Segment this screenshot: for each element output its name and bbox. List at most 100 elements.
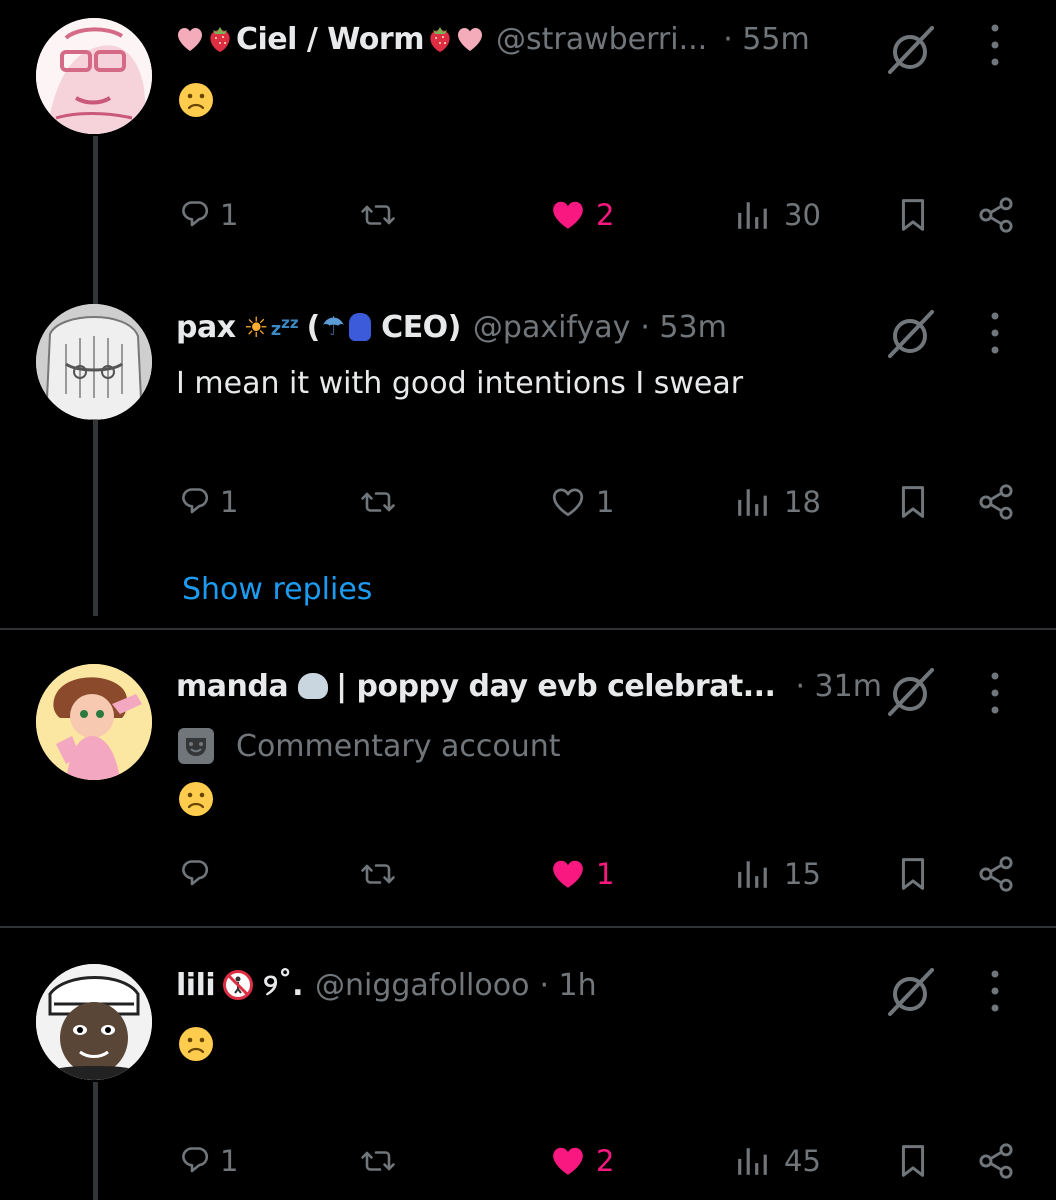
avatar[interactable] xyxy=(36,18,152,134)
display-name-end[interactable]: CEO) xyxy=(381,310,461,345)
repost-icon xyxy=(361,864,395,884)
avatar[interactable] xyxy=(36,304,152,420)
heart-icon xyxy=(552,488,584,517)
handle[interactable]: @strawberri... xyxy=(496,22,707,57)
repost-icon xyxy=(361,492,395,512)
handle[interactable]: @paxifyay xyxy=(473,310,630,345)
views-button[interactable]: 15 xyxy=(736,849,821,899)
reply-icon xyxy=(182,1147,209,1173)
reply-count: 1 xyxy=(220,198,239,232)
thread-dots xyxy=(93,575,98,585)
heart-filled-icon xyxy=(553,201,583,229)
like-button[interactable]: 1 xyxy=(548,849,614,899)
views-icon xyxy=(738,861,767,888)
avatar[interactable] xyxy=(36,664,152,780)
grok-icon[interactable] xyxy=(884,664,940,720)
reply-count: 1 xyxy=(220,485,239,519)
more-options-icon[interactable] xyxy=(980,966,1010,1016)
like-button[interactable]: 2 xyxy=(548,190,614,240)
hamsa-icon xyxy=(349,313,372,341)
post-header: lili ୨˚. @niggafollooo · 1h xyxy=(176,964,597,1006)
reply-button[interactable]: 1 xyxy=(178,477,238,527)
more-options-icon[interactable] xyxy=(980,308,1010,358)
name-paren: ( xyxy=(306,309,321,345)
repost-icon xyxy=(361,1151,395,1171)
avatar[interactable] xyxy=(36,964,152,1080)
divider xyxy=(0,628,1056,630)
views-count: 18 xyxy=(784,485,821,519)
like-button[interactable]: 1 xyxy=(548,477,614,527)
timestamp[interactable]: · 55m xyxy=(723,22,809,57)
share-button[interactable] xyxy=(976,849,1016,899)
repost-icon xyxy=(361,205,395,225)
bookmark-button[interactable] xyxy=(896,849,930,899)
post-header: Ciel / Worm @strawberri... · 55m xyxy=(176,18,810,60)
views-count: 30 xyxy=(784,198,821,232)
bookmark-icon xyxy=(901,858,925,890)
display-name[interactable]: pax xyxy=(176,310,236,345)
sun-icon: ☀ xyxy=(243,310,269,344)
views-icon xyxy=(738,489,767,516)
display-name[interactable]: lili xyxy=(176,968,216,1003)
heart-filled-icon xyxy=(553,860,583,888)
commentary-badge: Commentary account xyxy=(178,728,561,764)
reply-count: 1 xyxy=(220,1144,239,1178)
reply-button[interactable] xyxy=(178,849,212,899)
bookmark-icon xyxy=(901,1145,925,1177)
heart-filled-icon xyxy=(553,1147,583,1175)
post-header: manda | poppy day evb celebrat... · 31m xyxy=(176,665,882,707)
like-count: 1 xyxy=(596,485,615,519)
post-header: pax ☀ zzz ( ☂ CEO) @paxifyay · 53m xyxy=(176,306,727,348)
frowning-face-icon xyxy=(178,781,214,817)
bookmark-button[interactable] xyxy=(896,190,930,240)
repost-button[interactable] xyxy=(360,477,396,527)
share-button[interactable] xyxy=(976,477,1016,527)
bookmark-button[interactable] xyxy=(896,477,930,527)
share-icon xyxy=(979,856,1013,892)
pink-heart-icon xyxy=(457,28,482,51)
theater-masks-icon xyxy=(178,728,214,764)
repost-button[interactable] xyxy=(360,849,396,899)
display-name-end[interactable]: | poppy day evb celebrat... xyxy=(336,669,776,704)
more-options-icon[interactable] xyxy=(980,668,1010,718)
reply-button[interactable]: 1 xyxy=(178,190,238,240)
reply-button[interactable]: 1 xyxy=(178,1136,238,1186)
repost-button[interactable] xyxy=(360,1136,396,1186)
timestamp[interactable]: · 31m xyxy=(795,669,881,704)
views-button[interactable]: 45 xyxy=(736,1136,821,1186)
zzz-icon: zzz xyxy=(270,314,299,340)
bookmark-button[interactable] xyxy=(896,1136,930,1186)
reply-icon xyxy=(182,488,209,514)
strawberry-icon xyxy=(210,27,230,52)
share-button[interactable] xyxy=(976,1136,1016,1186)
grok-icon[interactable] xyxy=(884,306,940,362)
action-bar: 1 1 18 xyxy=(0,477,1056,527)
handle[interactable]: @niggafollooo xyxy=(315,968,529,1003)
display-name[interactable]: manda xyxy=(176,669,289,704)
grok-icon[interactable] xyxy=(884,964,940,1020)
repost-button[interactable] xyxy=(360,190,396,240)
action-bar: 1 2 45 xyxy=(0,1136,1056,1186)
grok-icon[interactable] xyxy=(884,22,940,78)
more-options-icon[interactable] xyxy=(980,20,1010,70)
display-name-end[interactable]: ୨˚. xyxy=(263,968,303,1003)
views-button[interactable]: 30 xyxy=(736,190,821,240)
show-replies-link[interactable]: Show replies xyxy=(182,572,372,607)
timestamp[interactable]: · 1h xyxy=(539,968,596,1003)
views-button[interactable]: 18 xyxy=(736,477,821,527)
reply-icon xyxy=(182,860,209,886)
reply-icon xyxy=(182,201,209,227)
post-text: I mean it with good intentions I swear xyxy=(176,366,744,401)
no-pedestrians-icon xyxy=(223,970,254,1000)
share-icon xyxy=(979,1143,1013,1179)
share-icon xyxy=(979,197,1013,233)
views-count: 15 xyxy=(784,857,821,891)
umbrella-icon: ☂ xyxy=(321,312,346,342)
like-button[interactable]: 2 xyxy=(548,1136,614,1186)
display-name[interactable]: Ciel / Worm xyxy=(236,22,424,57)
timestamp[interactable]: · 53m xyxy=(640,310,726,345)
share-icon xyxy=(979,484,1013,520)
like-count: 2 xyxy=(596,1144,615,1178)
share-button[interactable] xyxy=(976,190,1016,240)
badge-label: Commentary account xyxy=(236,728,561,764)
